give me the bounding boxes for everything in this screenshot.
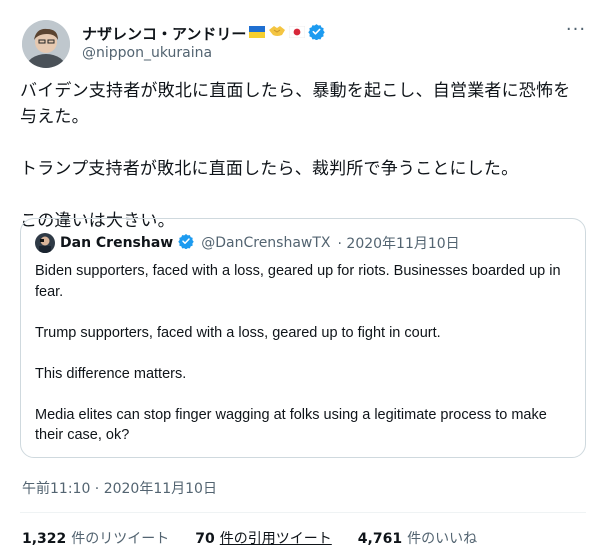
quoted-display-name: Dan Crenshaw (60, 235, 174, 251)
tweet: ナザレンコ・アンドリー @nippon_ukuraina ··· バイデン支持者… (0, 0, 596, 556)
quoted-verified-badge-icon (178, 233, 194, 253)
engagement-stats: 1,322 件のリツイート 70 件の引用ツイート 4,761 件のいいね (22, 528, 477, 548)
quoted-tweet[interactable]: Dan Crenshaw @DanCrenshawTX · 2020年11月10… (20, 218, 586, 458)
more-options-icon[interactable]: ··· (560, 21, 592, 44)
likes-label: 件のいいね (407, 531, 478, 547)
author-handle[interactable]: @nippon_ukuraina (82, 45, 212, 61)
quoted-date: · 2020年11月10日 (337, 236, 460, 252)
tweet-text: バイデン支持者が敗北に直面したら、暴動を起こし、自営業者に恐怖を与えた。 トラン… (20, 81, 571, 231)
author-display-name[interactable]: ナザレンコ・アンドリー (82, 23, 246, 44)
quoted-header: Dan Crenshaw @DanCrenshawTX · 2020年11月10… (35, 233, 460, 253)
likes-stat[interactable]: 4,761 件のいいね (358, 528, 477, 548)
retweets-count: 1,322 (22, 531, 67, 547)
retweets-label: 件のリツイート (71, 531, 170, 547)
quoted-text: Biden supporters, faced with a loss, gea… (35, 263, 561, 443)
verified-badge-icon (308, 23, 326, 44)
author-avatar[interactable] (22, 20, 70, 68)
quote-tweets-count: 70 (195, 531, 215, 547)
quoted-handle: @DanCrenshawTX (201, 235, 331, 251)
quote-tweets-stat[interactable]: 70 件の引用ツイート (195, 528, 331, 548)
likes-count: 4,761 (357, 531, 403, 547)
divider (20, 512, 586, 513)
quoted-author-avatar (35, 233, 55, 253)
retweets-stat[interactable]: 1,322 件のリツイート (22, 528, 169, 548)
handshake-icon (268, 24, 286, 42)
author-name-row: ナザレンコ・アンドリー (82, 22, 326, 44)
ukraine-flag-icon (249, 24, 266, 42)
japan-flag-icon (289, 24, 306, 42)
tweet-timestamp[interactable]: 午前11:10 · 2020年11月10日 (22, 478, 217, 498)
quote-tweets-label: 件の引用ツイート (219, 531, 332, 547)
